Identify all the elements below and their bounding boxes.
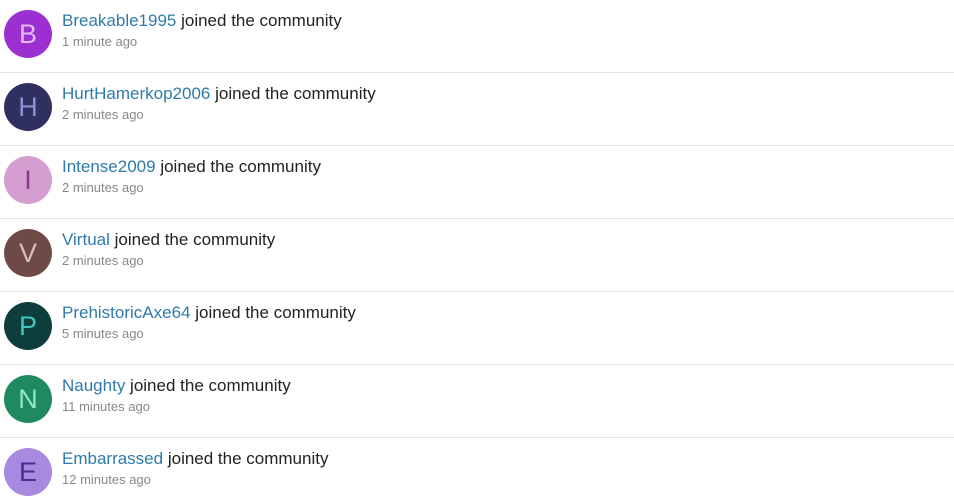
feed-item: N Naughty joined the community 11 minute… [0,365,954,438]
timestamp: 12 minutes ago [62,472,151,487]
avatar[interactable]: P [4,302,52,350]
username-link[interactable]: HurtHamerkop2006 [62,84,210,103]
feed-item-text: HurtHamerkop2006 joined the community 2 … [62,83,376,124]
action-text: joined the community [155,157,321,176]
feed-item-message: HurtHamerkop2006 joined the community [62,83,376,104]
feed-item-text: Virtual joined the community 2 minutes a… [62,229,275,270]
timestamp: 5 minutes ago [62,326,144,341]
feed-item-text: PrehistoricAxe64 joined the community 5 … [62,302,356,343]
action-text: joined the community [210,84,376,103]
username-link[interactable]: PrehistoricAxe64 [62,303,191,322]
timestamp: 2 minutes ago [62,253,144,268]
feed-item-text: Embarrassed joined the community 12 minu… [62,448,328,489]
username-link[interactable]: Naughty [62,376,125,395]
timestamp: 1 minute ago [62,34,138,49]
feed-item-message: Virtual joined the community [62,229,275,250]
username-link[interactable]: Embarrassed [62,449,163,468]
feed-item-text: Breakable1995 joined the community 1 min… [62,10,342,51]
timestamp: 2 minutes ago [62,180,144,195]
timestamp: 2 minutes ago [62,107,144,122]
avatar[interactable]: H [4,83,52,131]
avatar[interactable]: E [4,448,52,496]
username-link[interactable]: Breakable1995 [62,11,176,30]
avatar[interactable]: I [4,156,52,204]
feed-item: E Embarrassed joined the community 12 mi… [0,438,954,503]
feed-item-text: Naughty joined the community 11 minutes … [62,375,291,416]
action-text: joined the community [109,230,276,249]
avatar[interactable]: B [4,10,52,58]
feed-item-message: Naughty joined the community [62,375,291,396]
action-text: joined the community [125,376,291,395]
feed-item: P PrehistoricAxe64 joined the community … [0,292,954,365]
action-text: joined the community [190,303,356,322]
feed-item-message: Embarrassed joined the community [62,448,328,469]
activity-feed: B Breakable1995 joined the community 1 m… [0,0,954,503]
feed-item: H HurtHamerkop2006 joined the community … [0,73,954,146]
action-text: joined the community [176,11,342,30]
avatar[interactable]: V [4,229,52,277]
feed-item: B Breakable1995 joined the community 1 m… [0,0,954,73]
feed-item-message: Breakable1995 joined the community [62,10,342,31]
username-link[interactable]: Virtual [62,230,110,249]
feed-item-text: Intense2009 joined the community 2 minut… [62,156,321,197]
feed-item: I Intense2009 joined the community 2 min… [0,146,954,219]
action-text: joined the community [163,449,329,468]
feed-item-message: PrehistoricAxe64 joined the community [62,302,356,323]
avatar[interactable]: N [4,375,52,423]
feed-item: V Virtual joined the community 2 minutes… [0,219,954,292]
timestamp: 11 minutes ago [62,399,150,414]
feed-item-message: Intense2009 joined the community [62,156,321,177]
username-link[interactable]: Intense2009 [62,157,156,176]
